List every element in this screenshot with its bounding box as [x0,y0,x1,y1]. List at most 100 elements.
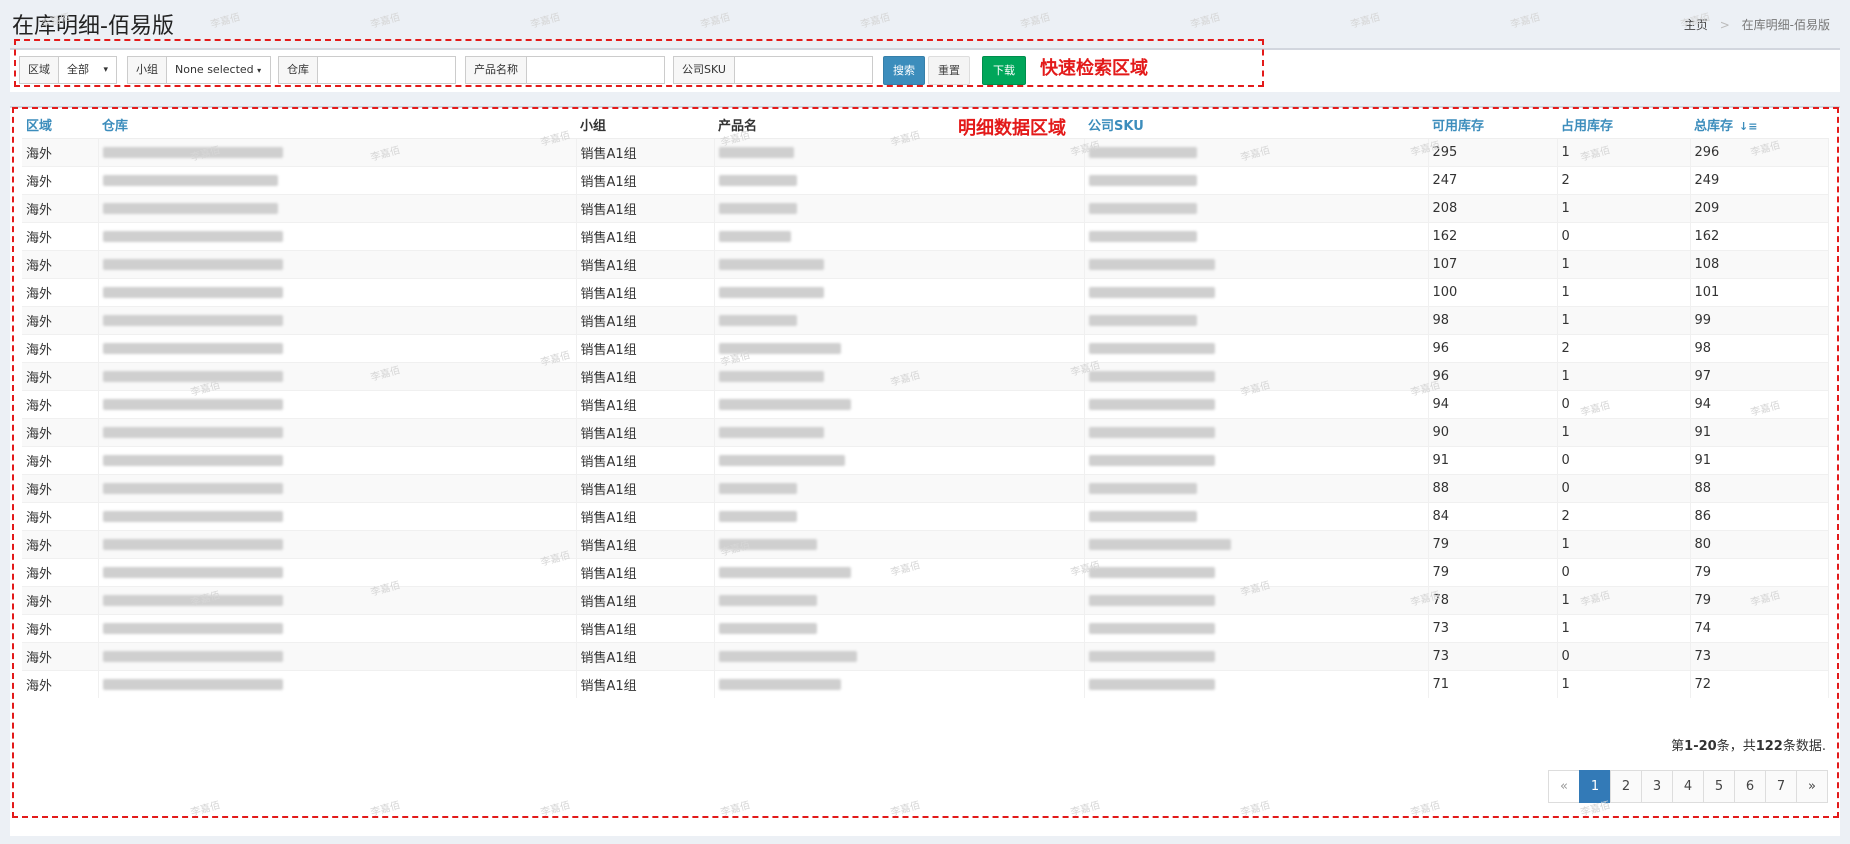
redacted-text [1088,595,1215,606]
pagination-page[interactable]: 6 [1734,770,1766,803]
redacted-text [102,287,283,298]
cell-sku-redacted [1084,586,1429,615]
search-button[interactable]: 搜索 [883,56,925,85]
redacted-text [102,175,278,186]
pagination-page[interactable]: 1 [1579,770,1611,803]
cell-region: 海外 [22,278,99,307]
cell-group: 销售A1组 [576,362,715,391]
col-header-total[interactable]: 总库存 ↓≡ [1690,111,1828,139]
cell-region: 海外 [22,530,99,559]
cell-occupied: 1 [1557,670,1691,698]
pagination-next[interactable]: » [1796,770,1828,803]
table-row: 海外 销售A1组 100 1 101 [22,278,1829,307]
col-header-warehouse[interactable]: 仓库 [98,111,576,139]
cell-total: 108 [1690,250,1829,279]
cell-group: 销售A1组 [576,334,715,363]
cell-sku-redacted [1084,418,1429,447]
reset-button[interactable]: 重置 [928,56,970,85]
summary-mid: 条，共 [1716,739,1756,754]
redacted-text [1088,651,1215,662]
redacted-text [718,483,797,494]
pagination-page[interactable]: 2 [1610,770,1642,803]
cell-product-redacted [714,446,1085,475]
cell-warehouse-redacted [98,670,577,698]
group-label: 小组 [127,56,167,84]
cell-sku-redacted [1084,138,1429,167]
redacted-text [1088,231,1197,242]
cell-region: 海外 [22,614,99,643]
cell-group: 销售A1组 [576,614,715,643]
group-multiselect[interactable]: None selected ▾ [167,56,271,84]
col-header-occupied[interactable]: 占用库存 [1557,111,1690,139]
col-header-total-label: 总库存 [1694,119,1734,134]
redacted-text [718,679,841,690]
redacted-text [718,623,817,634]
cell-available: 162 [1428,222,1558,251]
sku-input[interactable] [734,56,873,84]
table-row: 海外 销售A1组 94 0 94 [22,390,1829,419]
table-header-row: 区域 仓库 小组 产品名 公司SKU 可用库存 占用库存 总库存 ↓≡ [22,111,1828,139]
cell-total: 98 [1690,334,1829,363]
table-row: 海外 销售A1组 295 1 296 [22,138,1829,167]
cell-warehouse-redacted [98,334,577,363]
redacted-text [1088,679,1215,690]
table-row: 海外 销售A1组 73 1 74 [22,614,1829,643]
cell-product-redacted [714,250,1085,279]
cell-total: 88 [1690,474,1829,503]
product-label: 产品名称 [465,56,527,84]
table-row: 海外 销售A1组 79 1 80 [22,530,1829,559]
cell-sku-redacted [1084,166,1429,195]
cell-product-redacted [714,418,1085,447]
warehouse-input[interactable] [318,56,456,84]
cell-available: 73 [1428,642,1558,671]
redacted-text [718,231,791,242]
cell-group: 销售A1组 [576,278,715,307]
pagination-page[interactable]: 4 [1672,770,1704,803]
product-input[interactable] [527,56,665,84]
cell-total: 91 [1690,418,1829,447]
group-multiselect-value: None selected [175,63,254,76]
cell-region: 海外 [22,390,99,419]
col-header-region[interactable]: 区域 [22,111,98,139]
redacted-text [718,427,824,438]
cell-sku-redacted [1084,614,1429,643]
col-header-available[interactable]: 可用库存 [1428,111,1557,139]
breadcrumb-home-link[interactable]: 主页 [1684,18,1708,32]
pagination-page[interactable]: 3 [1641,770,1673,803]
breadcrumb: 主页 > 在库明细-佰易版 [1684,16,1830,33]
table-row: 海外 销售A1组 90 1 91 [22,418,1829,447]
data-area-annotation: 明细数据区域 [958,118,1066,139]
cell-product-redacted [714,334,1085,363]
summary-total: 122 [1755,739,1783,754]
redacted-text [102,511,283,522]
redacted-text [1088,427,1215,438]
col-header-group: 小组 [576,111,714,139]
cell-available: 88 [1428,474,1558,503]
redacted-text [1088,315,1197,326]
cell-total: 99 [1690,306,1829,335]
region-label: 区域 [19,56,59,84]
table-row: 海外 销售A1组 247 2 249 [22,166,1829,195]
cell-product-redacted [714,222,1085,251]
cell-available: 295 [1428,138,1558,167]
region-select-value: 全部 [67,63,89,76]
col-header-sku[interactable]: 公司SKU [1084,111,1428,139]
cell-region: 海外 [22,222,99,251]
cell-sku-redacted [1084,446,1429,475]
cell-occupied: 0 [1557,222,1691,251]
cell-region: 海外 [22,334,99,363]
redacted-text [1088,175,1197,186]
caret-down-icon: ▾ [257,66,262,75]
pagination-prev[interactable]: « [1548,770,1580,803]
pagination-page[interactable]: 5 [1703,770,1735,803]
redacted-text [1088,567,1215,578]
cell-occupied: 1 [1557,194,1691,223]
cell-region: 海外 [22,138,99,167]
redacted-text [1088,539,1231,550]
cell-warehouse-redacted [98,222,577,251]
warehouse-filter: 仓库 [278,56,456,84]
pagination-page[interactable]: 7 [1765,770,1797,803]
region-select[interactable]: 全部 ▾ [59,56,117,84]
cell-warehouse-redacted [98,474,577,503]
download-button[interactable]: 下载 [982,56,1026,85]
